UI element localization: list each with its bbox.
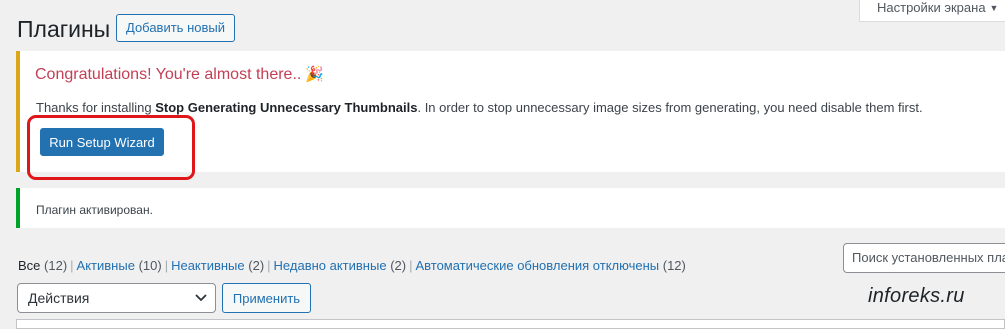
watermark: inforeks.ru [868, 285, 965, 307]
notice-title: Congratulations! You're almost there.. 🎉 [35, 65, 324, 84]
setup-notice: Congratulations! You're almost there.. 🎉 … [16, 51, 1005, 172]
filter-all[interactable]: Все (12) [18, 258, 67, 273]
notice-title-text: Congratulations! You're almost there.. [35, 66, 302, 83]
plugin-search-input[interactable]: Поиск установленных плагинов [843, 243, 1005, 273]
filter-active-count: (10) [138, 258, 162, 273]
notice-success-text: Плагин активирован. [36, 203, 153, 217]
plugin-activated-notice: Плагин активирован. [16, 188, 1005, 228]
bulk-actions-selected: Действия [28, 290, 90, 306]
bulk-actions-select[interactable]: Действия [17, 283, 216, 313]
filter-auto-updates-disabled-link[interactable]: Автоматические обновления отключены [415, 258, 659, 273]
run-setup-wizard-button[interactable]: Run Setup Wizard [40, 128, 164, 156]
page-title: Плагины [17, 16, 111, 42]
status-filter-links: Все (12) | Активные (10) | Неактивные (2) | Не… [18, 258, 686, 273]
plugins-table-top [16, 319, 1005, 329]
filter-auto-updates-disabled[interactable]: Автоматические обновления отключены (12) [415, 258, 685, 273]
filter-auto-updates-disabled-count: (12) [662, 258, 686, 273]
filter-inactive-count: (2) [248, 258, 265, 273]
notice-text-after: . In order to stop unnecessary image siz… [417, 100, 923, 115]
notice-text: Thanks for installing Stop Generating Un… [36, 100, 923, 115]
apply-button[interactable]: Применить [222, 283, 311, 313]
filter-recently-active-link[interactable]: Недавно активные [274, 258, 387, 273]
filter-inactive[interactable]: Неактивные (2) [171, 258, 264, 273]
add-new-plugin-button[interactable]: Добавить новый [116, 14, 235, 42]
plugin-name: Stop Generating Unnecessary Thumbnails [155, 100, 418, 115]
filter-recently-active-count: (2) [390, 258, 407, 273]
filter-active-link[interactable]: Активные [77, 258, 135, 273]
search-placeholder: Поиск установленных плагинов [852, 250, 1005, 265]
notice-text-before: Thanks for installing [36, 100, 156, 115]
filter-active[interactable]: Активные (10) [77, 258, 162, 273]
filter-all-count: (12) [44, 258, 68, 273]
filter-recently-active[interactable]: Недавно активные (2) [274, 258, 407, 273]
screen-options-label: Настройки экрана [877, 0, 986, 15]
filter-all-link[interactable]: Все [18, 258, 40, 273]
caret-down-icon: ▼ [989, 3, 999, 13]
screen-options-toggle[interactable]: Настройки экрана ▼ [859, 0, 1005, 22]
party-popper-icon: 🎉 [305, 66, 325, 83]
chevron-down-icon [195, 294, 207, 302]
filter-inactive-link[interactable]: Неактивные [171, 258, 245, 273]
